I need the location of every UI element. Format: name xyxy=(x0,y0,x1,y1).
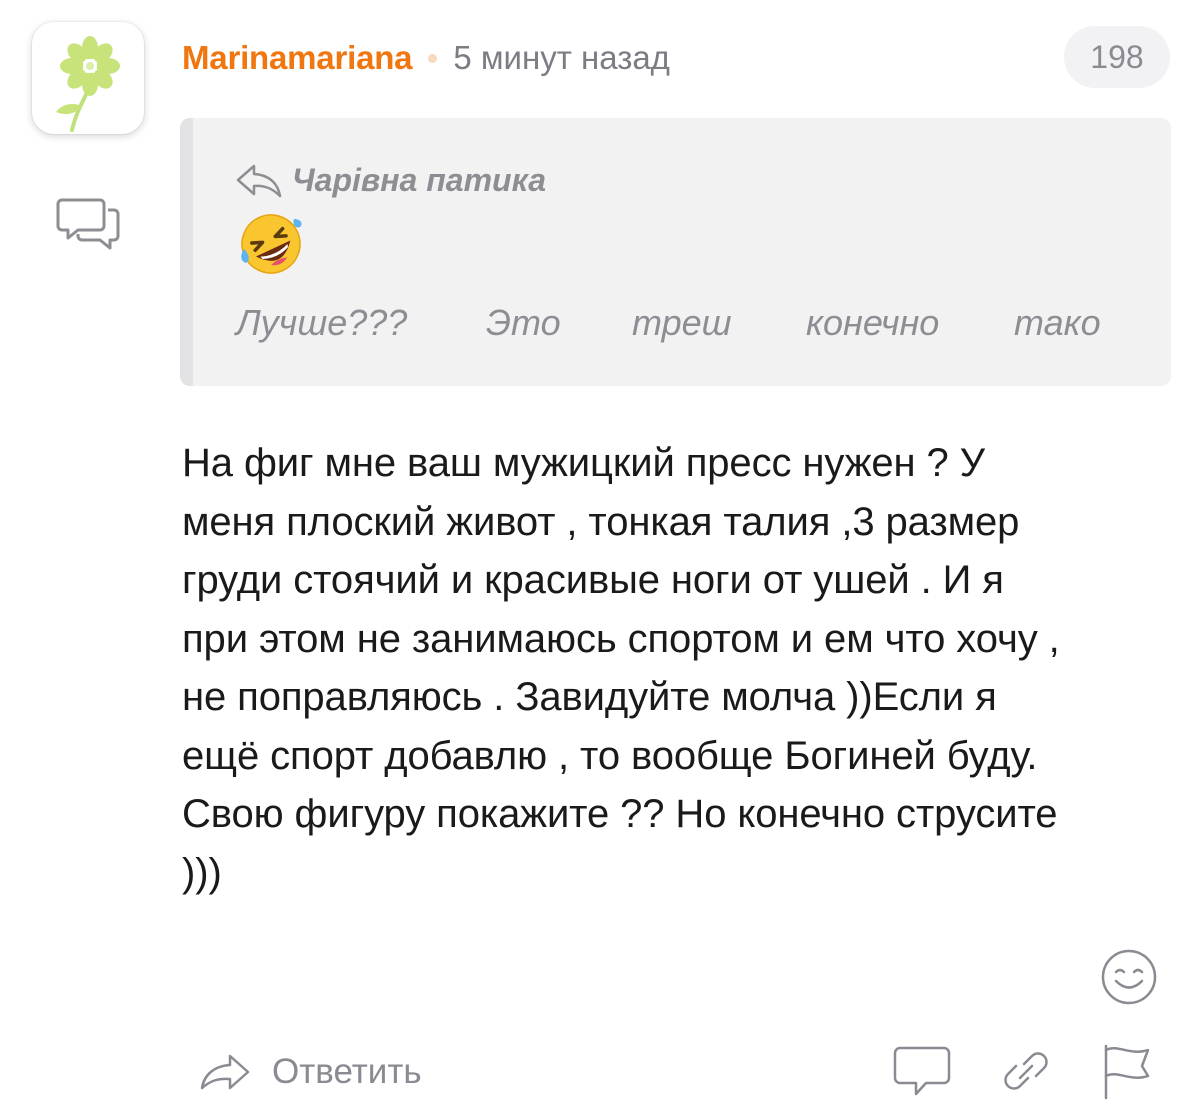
reply-arrow-icon xyxy=(234,160,284,200)
comment-line: при этом не занимаюсь спортом и ем что х… xyxy=(182,616,1060,661)
separator-dot xyxy=(428,53,438,63)
comment-line: ))) xyxy=(182,850,222,895)
quote-word: конечно xyxy=(806,302,940,343)
green-flower-avatar-icon xyxy=(56,36,120,132)
rolling-on-floor-laughing-icon xyxy=(238,211,304,277)
quote-author-row: Чарівна патика xyxy=(234,158,546,202)
quoted-comment[interactable]: Чарівна патика Лучше??? Это треш конечно xyxy=(180,118,1171,386)
chat-bubble-icon xyxy=(893,1046,951,1096)
comments-button[interactable] xyxy=(892,1042,952,1100)
flag-icon xyxy=(1104,1044,1150,1100)
comment-line: не поправляюсь . Завидуйте молча ))Если … xyxy=(182,675,997,719)
quote-word: тако xyxy=(1014,302,1101,343)
comment-timestamp: 5 минут назад xyxy=(453,39,670,76)
link-icon xyxy=(1004,1052,1048,1090)
quote-word: треш xyxy=(632,302,732,343)
smiley-face-icon xyxy=(1101,949,1157,1005)
author-name[interactable]: Marinamariana xyxy=(182,39,413,77)
comment-line: Свою фигуру покажите ?? Но конечно струс… xyxy=(182,792,1058,836)
comment-line: ещё спорт добавлю , то вообще Богиней бу… xyxy=(182,733,1038,778)
comment-line: груди стоячий и красивые ноги от ушей . … xyxy=(182,558,1004,602)
reply-button[interactable]: Ответить xyxy=(198,1044,422,1100)
reply-label: Ответить xyxy=(272,1052,422,1091)
reply-arrow-icon xyxy=(198,1050,252,1094)
comment-header: Marinamariana 5 минут назад xyxy=(182,36,670,80)
quote-bar xyxy=(180,118,193,386)
chat-bubbles-icon xyxy=(56,198,120,250)
side-chat-button[interactable] xyxy=(56,196,120,252)
comment-line: На фиг мне ваш мужицкий пресс нужен ? У xyxy=(182,441,985,485)
comment-line: меня плоский живот , тонкая талия ,3 раз… xyxy=(182,499,1020,544)
quote-author: Чарівна патика xyxy=(292,161,546,198)
comment-body: На фиг мне ваш мужицкий пресс нужен ? У … xyxy=(182,434,1182,902)
quote-word: Это xyxy=(486,302,561,343)
author-avatar[interactable] xyxy=(32,22,144,134)
add-reaction-button[interactable] xyxy=(1100,948,1158,1006)
copy-link-button[interactable] xyxy=(996,1042,1056,1100)
count-badge[interactable]: 198 xyxy=(1064,26,1170,88)
quote-word: Лучше??? xyxy=(236,302,408,343)
report-button[interactable] xyxy=(1098,1042,1158,1100)
